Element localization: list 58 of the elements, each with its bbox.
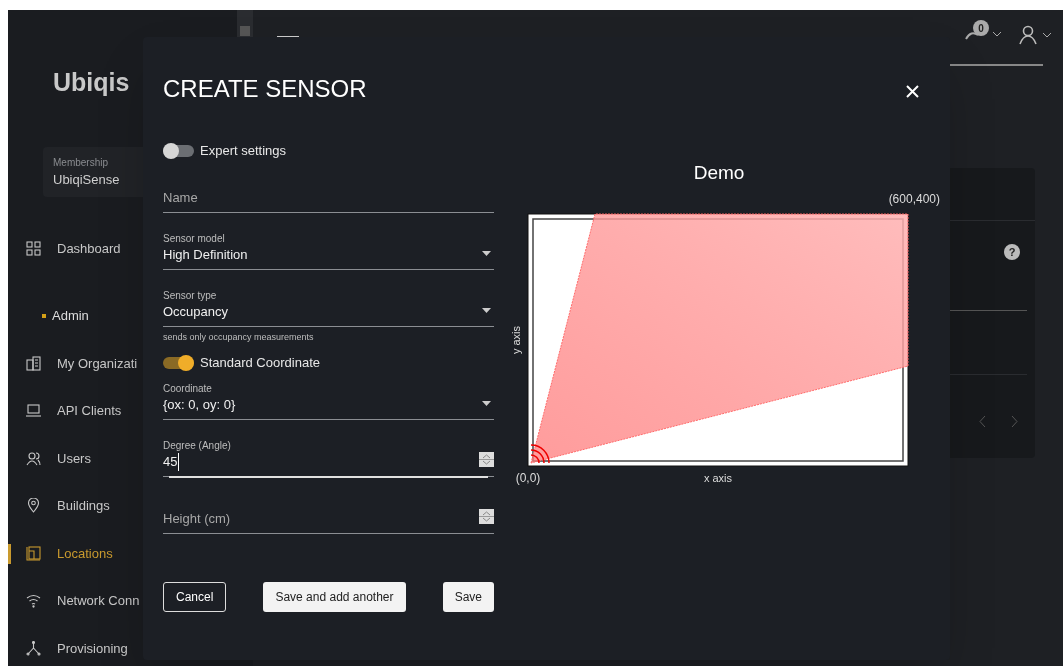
logo-text: Ubiqis — [53, 70, 130, 95]
grid-icon — [26, 241, 41, 257]
membership-label: Membership — [53, 156, 110, 170]
y-axis-label: y axis — [510, 325, 522, 355]
dropdown-arrow-icon — [482, 307, 491, 313]
dropdown-arrow-icon — [482, 250, 491, 256]
spinner-icon — [479, 508, 494, 524]
help-button[interactable]: ? — [1004, 244, 1020, 260]
chevron-down-icon — [1043, 32, 1051, 38]
demo-title: Demo — [693, 162, 745, 183]
bullet-icon — [42, 314, 46, 318]
select-field[interactable]: Sensor model High Definition — [163, 231, 494, 270]
toggle-switch[interactable] — [163, 142, 194, 159]
number-field[interactable]: Degree (Angle) 45 — [163, 438, 494, 477]
spinner-icon — [479, 451, 494, 467]
dialog-button[interactable]: Cancel — [163, 581, 227, 612]
field-label: Sensor type — [163, 288, 217, 303]
notification-button[interactable]: 0 — [965, 20, 1001, 50]
select-field[interactable]: Sensor type Occupancy — [163, 288, 494, 327]
network-nodes-icon — [26, 640, 41, 656]
field-value: Height (cm) — [163, 509, 231, 528]
dropdown-arrow-icon — [482, 400, 491, 406]
laptop-icon — [26, 403, 41, 419]
map-pin-icon — [26, 498, 41, 514]
field-label: Sensor model — [163, 231, 225, 246]
field-value: Name — [163, 188, 198, 207]
notification-count: 0 — [973, 20, 989, 36]
field-label: Degree (Angle) — [163, 438, 231, 453]
close-icon[interactable] — [906, 85, 919, 98]
text-field[interactable]: Name — [163, 174, 494, 213]
select-field[interactable]: Coordinate {ox: 0, oy: 0} — [163, 381, 494, 420]
field-value: Occupancy — [163, 302, 229, 321]
number-field[interactable]: Height (cm) — [163, 495, 494, 534]
floor-plan-icon — [26, 545, 41, 561]
active-indicator — [8, 543, 11, 564]
users-icon — [26, 450, 41, 466]
x-axis-label: x axis — [703, 472, 733, 484]
dialog-title: CREATE SENSOR — [163, 77, 368, 104]
field-value: High Definition — [163, 245, 248, 264]
field-value: 45 — [163, 452, 180, 471]
field-value: {ox: 0, oy: 0} — [163, 395, 236, 414]
corner-label: (600,400) — [888, 192, 940, 206]
sidebar-item[interactable]: Provisioning — [24, 624, 253, 666]
field-label: Coordinate — [163, 381, 212, 396]
origin-label: (0,0) — [515, 471, 541, 485]
toggle-label: Standard Coordinate — [200, 353, 320, 372]
user-icon — [1019, 25, 1037, 45]
dialog-button[interactable]: Save — [442, 581, 494, 612]
wifi-icon — [26, 593, 41, 609]
dialog-button[interactable]: Save and add another — [263, 581, 406, 612]
section-label: Admin — [52, 307, 89, 326]
chevron-down-icon — [993, 32, 1001, 37]
scrollbar[interactable] — [237, 10, 253, 40]
helper-text: sends only occupancy measurements — [163, 330, 314, 343]
membership-value: UbiqiSense — [53, 171, 121, 189]
toggle-switch[interactable] — [163, 354, 194, 371]
toggle-label: Expert settings — [200, 142, 286, 160]
building-icon — [26, 355, 41, 371]
